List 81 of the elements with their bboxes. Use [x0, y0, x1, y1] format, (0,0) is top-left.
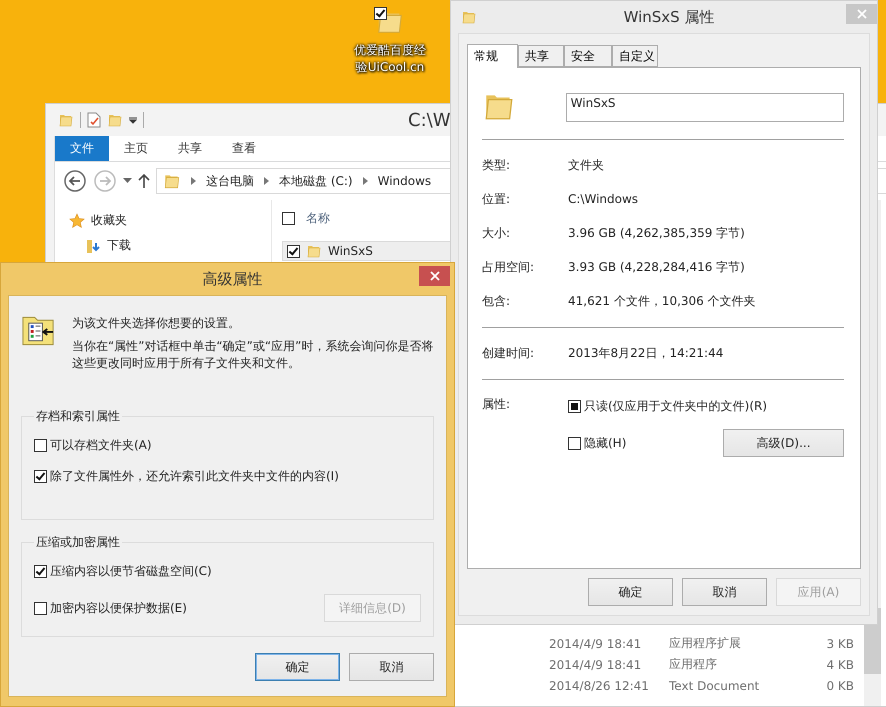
checkbox-label[interactable]: 可以存档文件夹(A) [50, 437, 152, 454]
intro-text: 为该文件夹选择你想要的设置。 [72, 315, 241, 332]
ribbon-tab[interactable]: 共享 [163, 136, 217, 161]
dialog-button[interactable]: 确定 [255, 653, 340, 681]
size-cell-text: 4 KB [825, 658, 854, 672]
field-label: 创建时间: [482, 344, 536, 362]
star-icon [69, 212, 85, 228]
field-label: 类型: [482, 156, 512, 174]
field-label: 包含: [482, 292, 512, 310]
folder-icon [306, 243, 322, 259]
checkbox-label[interactable]: 除了文件属性外，还允许索引此文件夹中文件的内容(I) [50, 468, 339, 485]
new-folder-icon [107, 112, 123, 128]
size-cell-text: 0 KB [825, 678, 854, 692]
checkbox[interactable] [34, 470, 47, 483]
breadcrumb[interactable]: 这台电脑 [206, 172, 254, 190]
tab[interactable]: 安全 [564, 45, 612, 67]
field-value: C:\Windows [568, 192, 638, 206]
chevron-icon[interactable] [362, 177, 368, 185]
nav-item[interactable]: 下载 [107, 237, 131, 254]
type-cell-text: Text Document [669, 678, 760, 692]
field-label: 位置: [482, 190, 512, 208]
advanced-button[interactable]: 高级(D)... [723, 429, 844, 457]
tab[interactable]: 自定义 [612, 45, 658, 67]
checkbox[interactable] [282, 212, 295, 225]
tab[interactable]: 共享 [518, 45, 564, 67]
field-value: 3.93 GB (4,228,284,416 字节) [568, 258, 745, 276]
field-label: 大小: [482, 224, 512, 242]
properties-icon[interactable] [87, 112, 101, 128]
dialog-title: 高级属性 [202, 270, 264, 288]
ribbon-tab[interactable]: 查看 [217, 136, 271, 161]
group-title: 压缩或加密属性 [35, 534, 121, 551]
checkbox[interactable] [34, 602, 47, 614]
chevron-icon[interactable] [191, 177, 196, 185]
type-cell-text: 应用程序 [669, 656, 718, 673]
caret-icon[interactable] [123, 178, 132, 184]
group-title: 存档和索引属性 [35, 408, 121, 425]
checkbox-label[interactable]: 隐藏(H) [584, 434, 626, 452]
download-folder-icon [85, 238, 101, 254]
dialog-title: WinSxS 属性 [622, 8, 716, 26]
folder-icon [461, 9, 477, 25]
close-icon [430, 271, 440, 281]
size-cell-text: 3 KB [825, 636, 854, 650]
ribbon-tab[interactable]: 文件 [55, 136, 109, 161]
checkbox-label[interactable]: 压缩内容以便节省磁盘空间(C) [50, 563, 212, 580]
field-value: 文件夹 [568, 156, 604, 174]
note-text: 当你在“属性”对话框中单击“确定”或“应用”时，系统会询问你是否将这些更改同时应用于所有子文件夹和文件。 [72, 338, 434, 372]
checkbox-label[interactable]: 加密内容以便保护数据(E) [50, 600, 187, 616]
back-icon[interactable] [63, 169, 87, 193]
checkbox-label[interactable]: 只读(仅应用于文件夹中的文件)(R) [584, 398, 768, 415]
breadcrumb[interactable]: Windows [378, 174, 432, 188]
dialog-button[interactable]: 确定 [588, 578, 673, 606]
window-title: C:\W [408, 110, 450, 130]
checkbox[interactable] [568, 436, 581, 450]
checkbox[interactable] [34, 565, 47, 578]
field-value: 3.96 GB (4,262,385,359 字节) [568, 224, 745, 242]
tab[interactable]: 常规 [467, 44, 518, 68]
name-field[interactable]: WinSxS [566, 92, 844, 122]
field-value: 2013年8月22日，14:21:44 [568, 344, 724, 362]
close-icon [856, 9, 866, 19]
file-name: WinSxS [328, 244, 373, 258]
date-cell-text: 2014/4/9 18:41 [549, 658, 642, 672]
dialog-button[interactable]: 取消 [349, 653, 434, 681]
close-button[interactable] [419, 266, 450, 286]
type-cell-text: 应用程序扩展 [669, 635, 742, 652]
checkbox[interactable] [287, 244, 300, 258]
dialog-button[interactable]: 取消 [682, 578, 767, 606]
checkbox[interactable] [568, 400, 581, 413]
checkbox[interactable] [374, 7, 387, 20]
date-cell-text: 2014/4/9 18:41 [549, 636, 642, 650]
folder-icon [58, 112, 74, 128]
field-label: 属性: [482, 396, 512, 413]
checkbox[interactable] [34, 439, 47, 452]
date-cell-text: 2014/8/26 12:41 [549, 678, 650, 692]
up-arrow-icon[interactable] [138, 173, 150, 189]
chevron-icon[interactable] [264, 177, 269, 185]
nav-item[interactable]: 收藏夹 [91, 212, 127, 229]
field-value: 41,621 个文件，10,306 个文件夹 [568, 292, 756, 310]
field-label: 占用空间: [482, 258, 536, 276]
ribbon-tab[interactable]: 主页 [109, 136, 163, 161]
caret-icon[interactable] [129, 116, 137, 124]
breadcrumb[interactable]: 本地磁盘 (C:) [279, 172, 353, 190]
